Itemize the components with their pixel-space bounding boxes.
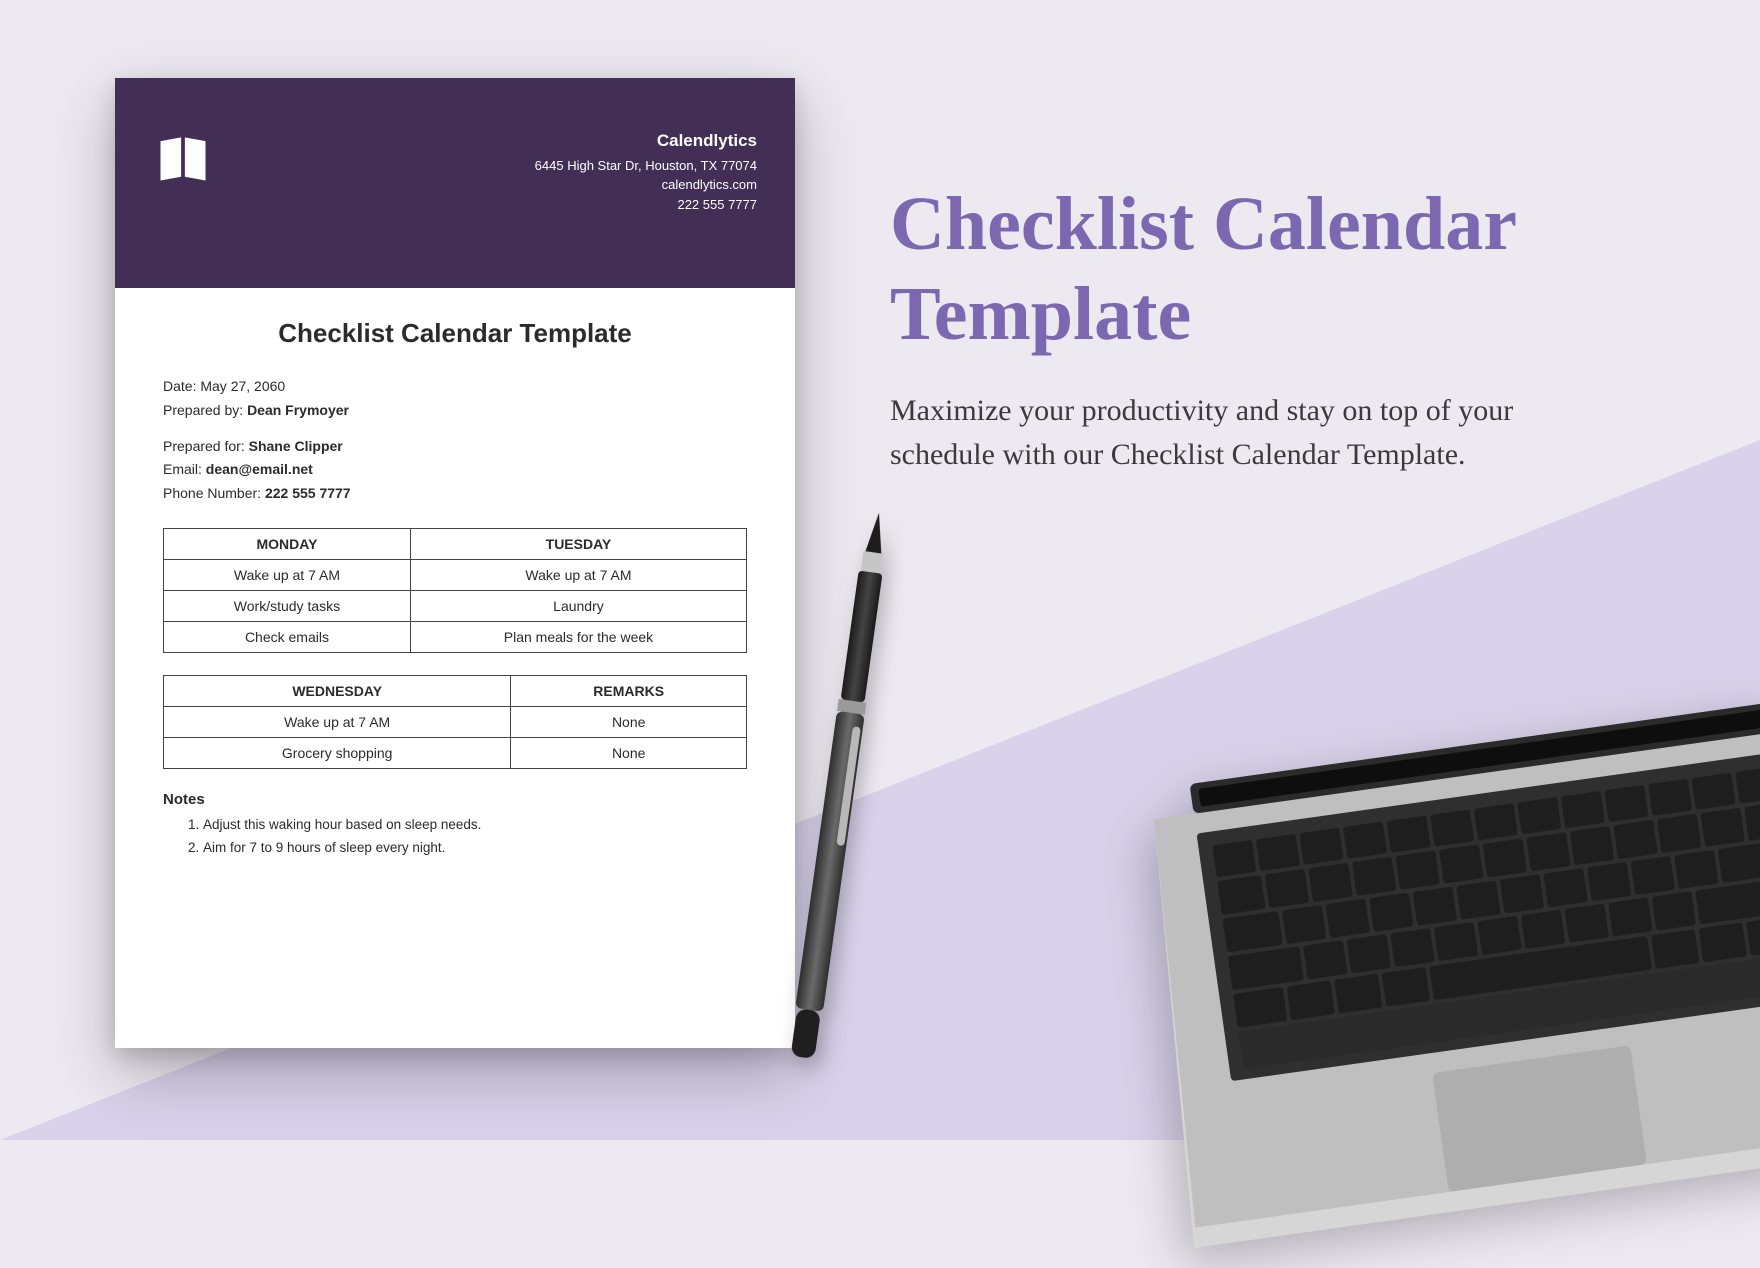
document-title: Checklist Calendar Template	[163, 318, 747, 349]
notes-list: Adjust this waking hour based on sleep n…	[163, 814, 747, 860]
cell: Check emails	[164, 621, 411, 652]
cell: None	[511, 737, 747, 768]
phone-label: Phone Number:	[163, 485, 261, 501]
note-item: Aim for 7 to 9 hours of sleep every nigh…	[203, 837, 747, 860]
laptop-icon	[1130, 692, 1760, 1268]
open-book-icon	[153, 128, 213, 188]
prepared-for-label: Prepared for:	[163, 438, 245, 454]
date-label: Date:	[163, 378, 196, 394]
table1-header-col2: TUESDAY	[410, 528, 746, 559]
email-label: Email:	[163, 461, 202, 477]
cell: Laundry	[410, 590, 746, 621]
prepared-for-value: Shane Clipper	[249, 438, 343, 454]
meta-date: Date: May 27, 2060	[163, 375, 747, 399]
schedule-table-2: WEDNESDAY REMARKS Wake up at 7 AM None G…	[163, 675, 747, 769]
meta-block-2: Prepared for: Shane Clipper Email: dean@…	[163, 435, 747, 506]
prepared-by-label: Prepared by:	[163, 402, 243, 418]
document-body: Checklist Calendar Template Date: May 27…	[115, 288, 795, 860]
org-phone: 222 555 7777	[535, 195, 757, 215]
cell: Work/study tasks	[164, 590, 411, 621]
cell: Grocery shopping	[164, 737, 511, 768]
meta-phone: Phone Number: 222 555 7777	[163, 482, 747, 506]
meta-block-1: Date: May 27, 2060 Prepared by: Dean Fry…	[163, 375, 747, 423]
prepared-by-value: Dean Frymoyer	[247, 402, 349, 418]
table-row: Grocery shopping None	[164, 737, 747, 768]
phone-value: 222 555 7777	[265, 485, 351, 501]
promo-title: Checklist Calendar Template	[890, 180, 1670, 359]
table2-header-col1: WEDNESDAY	[164, 675, 511, 706]
table-row: Wake up at 7 AM None	[164, 706, 747, 737]
promo-description: Maximize your productivity and stay on t…	[890, 389, 1570, 476]
stage: Calendlytics 6445 High Star Dr, Houston,…	[0, 0, 1760, 1140]
promo-block: Checklist Calendar Template Maximize you…	[890, 180, 1670, 476]
cell: Plan meals for the week	[410, 621, 746, 652]
org-address: 6445 High Star Dr, Houston, TX 77074	[535, 156, 757, 176]
document-header: Calendlytics 6445 High Star Dr, Houston,…	[115, 78, 795, 288]
cell: Wake up at 7 AM	[164, 559, 411, 590]
org-name: Calendlytics	[535, 128, 757, 154]
schedule-table-1: MONDAY TUESDAY Wake up at 7 AM Wake up a…	[163, 528, 747, 653]
org-info: Calendlytics 6445 High Star Dr, Houston,…	[535, 128, 757, 288]
org-logo	[153, 128, 213, 288]
table1-header-col1: MONDAY	[164, 528, 411, 559]
date-value: May 27, 2060	[200, 378, 285, 394]
notes-heading: Notes	[163, 791, 747, 808]
table-row: Wake up at 7 AM Wake up at 7 AM	[164, 559, 747, 590]
email-value: dean@email.net	[206, 461, 313, 477]
meta-email: Email: dean@email.net	[163, 458, 747, 482]
meta-prepared-for: Prepared for: Shane Clipper	[163, 435, 747, 459]
document-preview: Calendlytics 6445 High Star Dr, Houston,…	[115, 78, 795, 1048]
org-website: calendlytics.com	[535, 175, 757, 195]
table2-header-col2: REMARKS	[511, 675, 747, 706]
note-item: Adjust this waking hour based on sleep n…	[203, 814, 747, 837]
table-row: Work/study tasks Laundry	[164, 590, 747, 621]
table-row: Check emails Plan meals for the week	[164, 621, 747, 652]
cell: None	[511, 706, 747, 737]
cell: Wake up at 7 AM	[410, 559, 746, 590]
cell: Wake up at 7 AM	[164, 706, 511, 737]
meta-prepared-by: Prepared by: Dean Frymoyer	[163, 399, 747, 423]
